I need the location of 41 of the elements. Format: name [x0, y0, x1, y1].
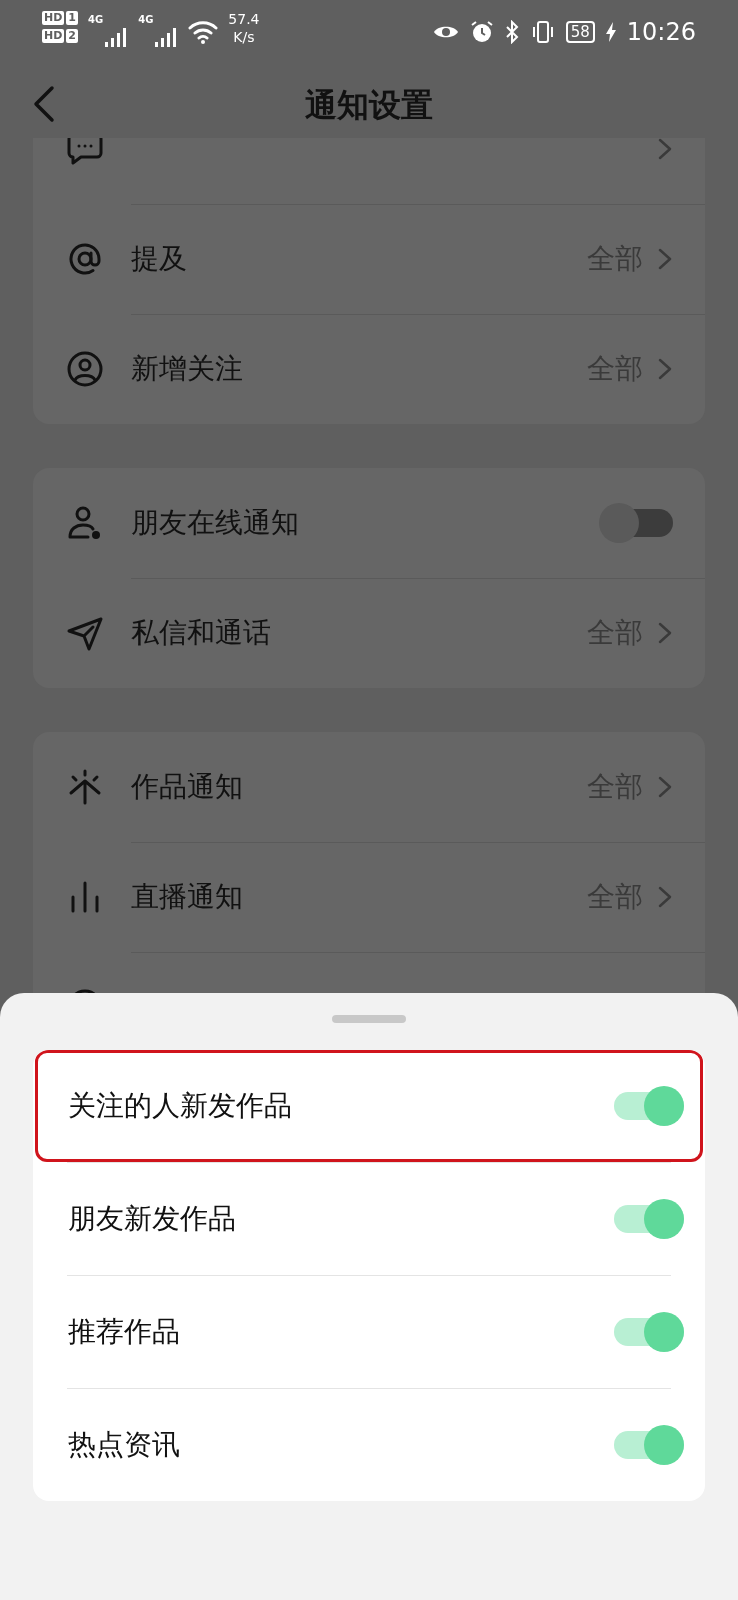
toggle-switch[interactable] — [599, 503, 673, 543]
network-label: 4G — [88, 14, 104, 26]
setting-label: 直播通知 — [131, 879, 244, 915]
signal-icon — [104, 26, 129, 48]
clock-time: 10:26 — [626, 17, 696, 48]
sheet-option-label: 热点资讯 — [68, 1427, 181, 1463]
sheet-row[interactable]: 朋友新发作品 — [35, 1163, 703, 1275]
sheet-option-label: 推荐作品 — [68, 1314, 181, 1350]
charging-icon — [604, 21, 617, 43]
wifi-icon — [188, 20, 219, 44]
sheet-row[interactable]: 热点资讯 — [35, 1389, 703, 1501]
page-title: 通知设置 — [305, 85, 433, 126]
sheet-row[interactable]: 推荐作品 — [35, 1276, 703, 1388]
setting-value-link[interactable] — [657, 138, 673, 161]
speed-unit: K/s — [233, 28, 255, 46]
network-speed: 57.4 — [228, 10, 260, 28]
setting-label: 私信和通话 — [131, 615, 272, 651]
setting-label: 新增关注 — [131, 351, 244, 387]
drag-handle[interactable] — [332, 1015, 406, 1023]
signal-icon — [154, 26, 179, 48]
setting-label: 朋友在线通知 — [131, 505, 300, 541]
user-icon — [65, 349, 105, 389]
chevron-right-icon — [657, 621, 673, 645]
sim-label: HD — [42, 29, 65, 43]
sheet-option-label: 朋友新发作品 — [68, 1201, 237, 1237]
chevron-right-icon — [657, 775, 673, 799]
sheet-option-label: 关注的人新发作品 — [68, 1088, 293, 1124]
sim-slot: 2 — [66, 29, 78, 43]
chevron-right-icon — [657, 357, 673, 381]
sim-slot: 1 — [66, 11, 78, 25]
sheet-row[interactable]: 关注的人新发作品 — [35, 1050, 703, 1162]
setting-label: 作品通知 — [131, 769, 244, 805]
chevron-right-icon — [657, 885, 673, 909]
chevron-right-icon — [657, 247, 673, 271]
setting-label: 提及 — [131, 241, 188, 277]
sim-label: HD — [42, 11, 65, 25]
bluetooth-icon — [503, 20, 520, 44]
network-label: 4G — [138, 14, 154, 26]
chevron-right-icon — [657, 138, 673, 161]
battery-indicator: 58 — [565, 21, 595, 43]
alarm-icon — [469, 20, 494, 44]
